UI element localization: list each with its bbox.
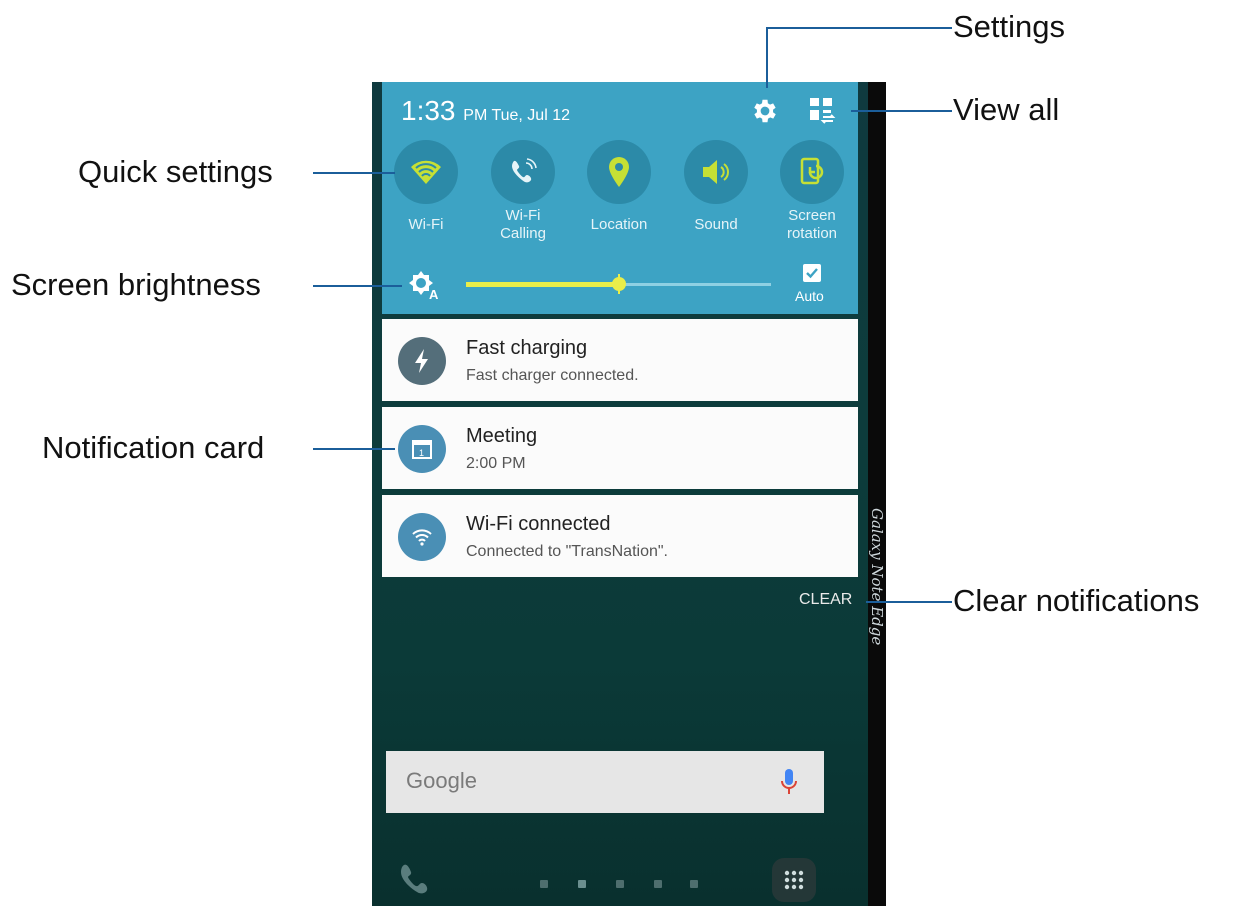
callout-screen-brightness: Screen brightness bbox=[11, 267, 261, 302]
check-icon bbox=[806, 268, 818, 279]
svg-text:1: 1 bbox=[419, 448, 424, 458]
edge-label: Galaxy Note Edge bbox=[868, 508, 886, 646]
status-time: 1:33 PM Tue, Jul 12 bbox=[401, 95, 570, 127]
wifi-icon bbox=[394, 140, 458, 204]
auto-checkbox[interactable] bbox=[803, 264, 821, 282]
brightness-auto-icon[interactable]: A bbox=[407, 268, 441, 302]
page-indicator bbox=[690, 880, 698, 888]
auto-label: Auto bbox=[795, 288, 824, 304]
wifi-calling-icon bbox=[491, 140, 555, 204]
callout-line bbox=[313, 448, 395, 450]
clock-time: 1:33 bbox=[401, 95, 456, 126]
phone-icon[interactable] bbox=[398, 862, 428, 896]
google-search-bar[interactable]: Google bbox=[386, 751, 824, 813]
callout-settings: Settings bbox=[953, 9, 1066, 44]
qs-wifi[interactable]: Wi-Fi bbox=[378, 140, 474, 234]
callout-notification-card: Notification card bbox=[42, 430, 265, 465]
qs-label: Location bbox=[590, 216, 648, 233]
callout-line bbox=[866, 601, 952, 603]
brightness-slider-fill bbox=[466, 282, 619, 287]
notification-subtitle: Fast charger connected. bbox=[466, 367, 639, 384]
callout-line bbox=[766, 27, 952, 29]
sound-icon bbox=[684, 140, 748, 204]
notification-card[interactable]: 1 Meeting 2:00 PM bbox=[382, 407, 858, 489]
apps-button[interactable] bbox=[772, 858, 816, 902]
callout-line bbox=[851, 110, 952, 112]
callout-quick-settings: Quick settings bbox=[78, 154, 273, 189]
svg-text:A: A bbox=[429, 287, 439, 302]
home-indicator bbox=[578, 880, 586, 888]
callout-line bbox=[766, 27, 768, 88]
qs-label: Sound bbox=[694, 216, 738, 233]
callout-line bbox=[313, 172, 395, 174]
screen-rotation-icon bbox=[780, 140, 844, 204]
notification-title: Wi-Fi connected bbox=[466, 513, 611, 535]
bolt-icon bbox=[398, 337, 446, 385]
gear-icon[interactable] bbox=[750, 96, 780, 126]
page-indicator bbox=[616, 880, 624, 888]
clock-date: PM Tue, Jul 12 bbox=[463, 107, 570, 124]
view-all-icon[interactable] bbox=[807, 96, 841, 126]
qs-label: Screen rotation bbox=[786, 207, 838, 242]
qs-screen-rotation[interactable]: Screen rotation bbox=[764, 140, 860, 243]
callout-view-all: View all bbox=[953, 92, 1060, 127]
edge-screen: Galaxy Note Edge bbox=[868, 82, 886, 906]
page-indicator bbox=[654, 880, 662, 888]
calendar-icon: 1 bbox=[398, 425, 446, 473]
notification-card[interactable]: Wi-Fi connected Connected to "TransNatio… bbox=[382, 495, 858, 577]
brightness-slider-thumb[interactable] bbox=[611, 274, 627, 294]
location-icon bbox=[587, 140, 651, 204]
clear-button[interactable]: CLEAR bbox=[799, 591, 852, 609]
notification-subtitle: 2:00 PM bbox=[466, 455, 526, 472]
page-indicator bbox=[540, 880, 548, 888]
callout-clear-notifications: Clear notifications bbox=[953, 583, 1200, 618]
mic-icon[interactable] bbox=[779, 767, 799, 797]
qs-sound[interactable]: Sound bbox=[668, 140, 764, 234]
callout-line bbox=[313, 285, 402, 287]
wifi-icon bbox=[398, 513, 446, 561]
apps-grid-icon bbox=[784, 870, 804, 890]
qs-wifi-calling[interactable]: Wi-Fi Calling bbox=[475, 140, 571, 243]
notification-card[interactable]: Fast charging Fast charger connected. bbox=[382, 319, 858, 401]
qs-label: Wi-Fi bbox=[408, 216, 444, 233]
notification-subtitle: Connected to "TransNation". bbox=[466, 543, 668, 560]
notification-title: Meeting bbox=[466, 425, 538, 447]
notification-title: Fast charging bbox=[466, 337, 588, 359]
google-logo: Google bbox=[406, 768, 477, 793]
qs-location[interactable]: Location bbox=[571, 140, 667, 234]
qs-label: Wi-Fi Calling bbox=[500, 207, 546, 242]
